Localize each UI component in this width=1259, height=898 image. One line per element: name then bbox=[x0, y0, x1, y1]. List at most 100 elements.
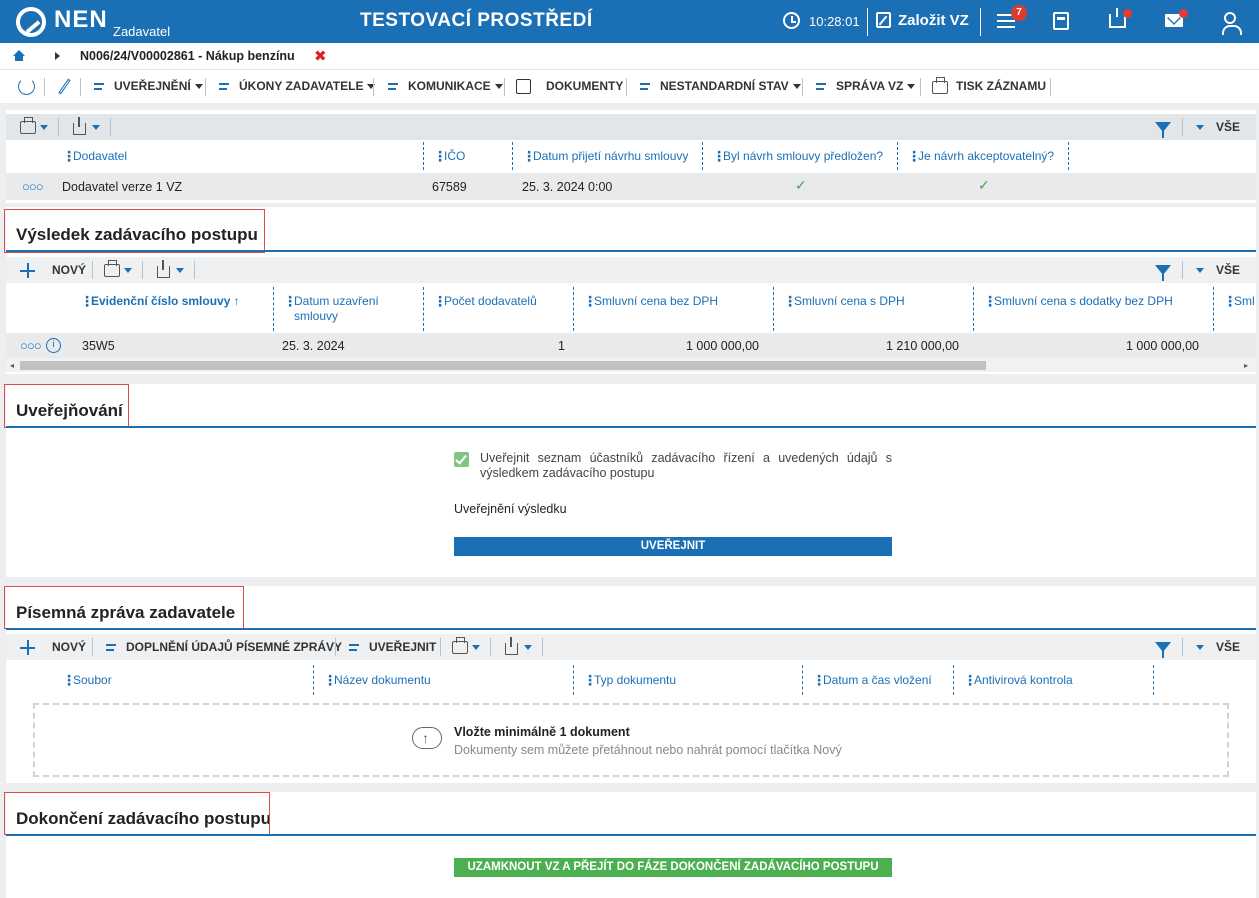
menu-tisk-zaznamu[interactable]: TISK ZÁZNAMU bbox=[956, 79, 1046, 93]
grid-toolbar: VŠE bbox=[6, 114, 1256, 140]
breadcrumb-title[interactable]: N006/24/V00002861 - Nákup benzínu bbox=[80, 49, 295, 63]
column-more[interactable]: Sml bbox=[1223, 294, 1255, 310]
column-datum-uzavreni[interactable]: Datum uzavření smlouvy bbox=[283, 294, 403, 324]
column-ico[interactable]: IČO bbox=[433, 149, 465, 165]
column-dodavatel[interactable]: Dodavatel bbox=[62, 149, 127, 165]
divider bbox=[867, 8, 868, 36]
chevron-down-icon[interactable] bbox=[92, 125, 100, 130]
view-all-label[interactable]: VŠE bbox=[1216, 120, 1240, 134]
nen-logo-icon[interactable] bbox=[16, 7, 46, 37]
logo-text[interactable]: NEN bbox=[54, 6, 108, 34]
home-icon[interactable] bbox=[13, 50, 25, 61]
print-icon[interactable] bbox=[452, 637, 468, 654]
menu-komunikace[interactable]: KOMUNIKACE bbox=[408, 79, 503, 93]
calculator-icon[interactable] bbox=[1053, 12, 1069, 30]
chevron-down-icon bbox=[194, 84, 203, 90]
view-all-label[interactable]: VŠE bbox=[1216, 263, 1240, 277]
section-vysledek: Výsledek zadávacího postupu NOVÝ VŠE Evi… bbox=[4, 207, 1256, 374]
chevron-down-icon[interactable] bbox=[1196, 125, 1204, 130]
chevron-down-icon[interactable] bbox=[176, 268, 184, 273]
divider bbox=[142, 261, 143, 279]
cell-cena-dodatky: 1 000 000,00 bbox=[1126, 339, 1199, 353]
divider bbox=[44, 78, 45, 96]
pencil-icon[interactable] bbox=[58, 78, 71, 95]
column-typ[interactable]: Typ dokumentu bbox=[583, 673, 676, 689]
menu-sprava-vz[interactable]: SPRÁVA VZ bbox=[836, 79, 916, 93]
menu-uverejneni[interactable]: UVEŘEJNĚNÍ bbox=[114, 79, 203, 93]
filter-icon[interactable] bbox=[1155, 122, 1171, 138]
table-row[interactable]: ○○○ i 35W5 25. 3. 2024 1 1 000 000,00 1 … bbox=[6, 333, 1256, 358]
close-icon[interactable]: ✖ bbox=[314, 47, 327, 65]
divider bbox=[490, 638, 491, 656]
export-icon[interactable] bbox=[505, 637, 518, 655]
divider bbox=[80, 78, 81, 96]
export-icon[interactable] bbox=[73, 117, 86, 135]
logo-subtitle: Zadavatel bbox=[113, 24, 171, 39]
chevron-down-icon[interactable] bbox=[1196, 645, 1204, 650]
export-icon[interactable] bbox=[157, 260, 170, 278]
column-divider bbox=[802, 665, 803, 695]
section-underline bbox=[6, 834, 1256, 836]
chevron-down-icon[interactable] bbox=[40, 125, 48, 130]
column-antivir[interactable]: Antivirová kontrola bbox=[963, 673, 1073, 689]
new-button[interactable]: NOVÝ bbox=[52, 640, 86, 654]
publish-button[interactable]: UVEŘEJNIT bbox=[454, 537, 892, 556]
column-evidencni-cislo[interactable]: Evidenční číslo smlouvy ↑ bbox=[80, 294, 240, 310]
column-datum-prijeti[interactable]: Datum přijetí návrhu smlouvy bbox=[522, 149, 688, 165]
scroll-left-icon[interactable]: ◂ bbox=[10, 361, 14, 370]
filter-icon[interactable] bbox=[1155, 265, 1171, 281]
divider bbox=[980, 8, 981, 36]
row-actions-icon[interactable]: ○○○ bbox=[22, 179, 44, 194]
column-cena-s-dph[interactable]: Smluvní cena s DPH bbox=[783, 294, 905, 310]
chevron-down-icon[interactable] bbox=[524, 645, 532, 650]
divider bbox=[1050, 78, 1051, 96]
new-button[interactable]: NOVÝ bbox=[52, 263, 86, 277]
grid-toolbar: NOVÝ DOPLNĚNÍ ÚDAJŮ PÍSEMNÉ ZPRÁVY UVEŘE… bbox=[6, 634, 1256, 660]
plus-icon[interactable] bbox=[20, 640, 35, 655]
view-all-label[interactable]: VŠE bbox=[1216, 640, 1240, 654]
publish-report-button[interactable]: UVEŘEJNIT bbox=[369, 640, 436, 654]
plus-icon[interactable] bbox=[20, 263, 35, 278]
divider bbox=[92, 638, 93, 656]
complete-report-button[interactable]: DOPLNĚNÍ ÚDAJŮ PÍSEMNÉ ZPRÁVY bbox=[126, 640, 342, 654]
column-cena-dodatky[interactable]: Smluvní cena s dodatky bez DPH bbox=[983, 294, 1173, 310]
chevron-down-icon[interactable] bbox=[472, 645, 480, 650]
column-nazev[interactable]: Název dokumentu bbox=[323, 673, 431, 689]
column-cena-bez-dph[interactable]: Smluvní cena bez DPH bbox=[583, 294, 718, 310]
column-predlozen[interactable]: Byl návrh smlouvy předložen? bbox=[712, 149, 883, 165]
print-icon[interactable] bbox=[20, 117, 36, 134]
column-pocet-dodavatelu[interactable]: Počet dodavatelů bbox=[433, 294, 537, 310]
menu-dokumenty[interactable]: DOKUMENTY bbox=[546, 79, 623, 93]
new-vz-button[interactable]: Založit VZ bbox=[898, 12, 969, 29]
filter-icon[interactable] bbox=[1155, 642, 1171, 658]
lock-and-finish-button[interactable]: UZAMKNOUT VZ A PŘEJÍT DO FÁZE DOKONČENÍ … bbox=[454, 858, 892, 877]
mail-alert-dot bbox=[1179, 9, 1188, 18]
scrollbar-thumb[interactable] bbox=[20, 361, 986, 370]
print-icon[interactable] bbox=[104, 260, 120, 277]
dropzone-hint: Dokumenty sem můžete přetáhnout nebo nah… bbox=[454, 743, 842, 757]
column-soubor[interactable]: Soubor bbox=[62, 673, 112, 689]
user-icon[interactable] bbox=[1222, 12, 1242, 35]
column-datum-vlozeni[interactable]: Datum a čas vložení bbox=[812, 673, 932, 689]
chevron-down-icon[interactable] bbox=[124, 268, 132, 273]
publish-participants-checkbox[interactable] bbox=[454, 452, 469, 467]
table-row[interactable]: ○○○ Dodavatel verze 1 VZ 67589 25. 3. 20… bbox=[6, 173, 1256, 200]
row-actions-icon[interactable]: ○○○ bbox=[20, 338, 42, 353]
column-divider bbox=[1213, 287, 1214, 331]
menu-nestandardni-stav[interactable]: NESTANDARDNÍ STAV bbox=[660, 79, 801, 93]
check-icon: ✓ bbox=[978, 177, 990, 193]
list-icon bbox=[349, 642, 363, 654]
column-divider bbox=[953, 665, 954, 695]
chevron-down-icon[interactable] bbox=[1196, 268, 1204, 273]
cell-cena-s-dph: 1 210 000,00 bbox=[886, 339, 959, 353]
edit-icon[interactable] bbox=[876, 12, 891, 28]
info-icon[interactable]: i bbox=[46, 338, 61, 353]
column-akceptovatelny[interactable]: Je návrh akceptovatelný? bbox=[907, 149, 1054, 165]
scroll-right-icon[interactable]: ▸ bbox=[1244, 361, 1248, 370]
file-dropzone[interactable]: Vložte minimálně 1 dokument Dokumenty se… bbox=[33, 703, 1229, 777]
cell-ico: 67589 bbox=[432, 180, 467, 194]
horizontal-scrollbar[interactable]: ◂ ▸ bbox=[6, 358, 1256, 372]
divider bbox=[58, 118, 59, 136]
menu-ukony-zadavatele[interactable]: ÚKONY ZADAVATELE bbox=[239, 79, 376, 93]
refresh-icon[interactable] bbox=[18, 78, 35, 95]
